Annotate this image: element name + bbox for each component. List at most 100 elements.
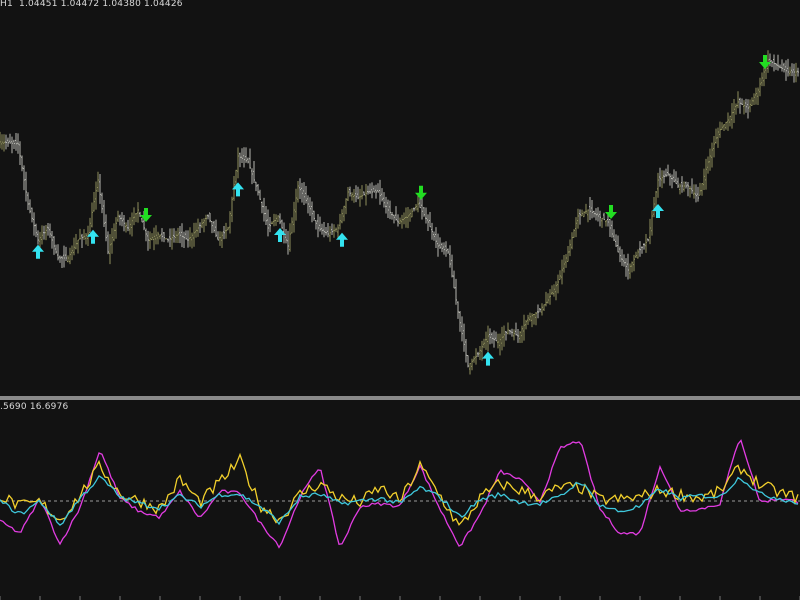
price-bar xyxy=(469,362,471,375)
price-bar xyxy=(795,62,797,83)
price-bar xyxy=(567,245,569,262)
price-bar xyxy=(331,223,333,236)
price-bar xyxy=(617,235,619,253)
price-bar xyxy=(393,214,395,224)
price-bar xyxy=(665,168,667,178)
chart-window[interactable]: { "main_header": "H1 1.04451 1.04472 1.0… xyxy=(0,0,800,600)
price-bar xyxy=(113,223,115,242)
price-bar xyxy=(325,227,327,236)
price-bar xyxy=(177,227,179,244)
price-bar xyxy=(403,212,405,225)
price-bar xyxy=(11,136,13,154)
price-bar xyxy=(451,254,453,278)
price-bar xyxy=(781,59,783,72)
price-bar xyxy=(161,228,163,242)
price-bar xyxy=(569,239,571,257)
price-bar xyxy=(187,230,189,248)
price-bar xyxy=(499,333,501,356)
price-bar xyxy=(447,248,449,254)
price-bar xyxy=(397,214,399,227)
price-bar xyxy=(521,325,523,343)
price-bar xyxy=(255,181,257,192)
price-bar xyxy=(563,255,565,273)
price-bar xyxy=(495,331,497,342)
price-bar xyxy=(585,203,587,215)
price-bar xyxy=(443,242,445,255)
price-bar xyxy=(707,156,709,174)
price-bar xyxy=(79,228,81,240)
price-bar xyxy=(295,188,297,221)
price-bar xyxy=(13,139,15,150)
price-bar xyxy=(791,63,793,77)
price-bar xyxy=(297,181,299,203)
oscillator-chart[interactable] xyxy=(0,400,800,600)
price-bar xyxy=(671,174,673,189)
price-bar xyxy=(573,229,575,238)
price-bar xyxy=(553,284,555,297)
price-bar xyxy=(483,338,485,349)
price-bar xyxy=(83,229,85,241)
price-bar xyxy=(603,212,605,221)
price-bar xyxy=(769,53,771,67)
price-bar xyxy=(317,214,319,238)
price-bar xyxy=(551,285,553,295)
price-bar xyxy=(379,179,381,205)
price-bar xyxy=(649,218,651,245)
price-bar xyxy=(537,304,539,319)
price-bar xyxy=(511,328,513,337)
price-bar xyxy=(405,207,407,228)
price-bar xyxy=(21,155,23,172)
price-bar xyxy=(145,228,147,242)
price-bar xyxy=(105,214,107,242)
oscillator-yellow-line xyxy=(0,452,799,526)
sell-arrow-icon xyxy=(605,205,617,219)
price-bar xyxy=(747,99,749,119)
price-bar xyxy=(371,182,373,199)
price-bar xyxy=(681,176,683,193)
price-bar xyxy=(395,206,397,221)
price-bar xyxy=(237,147,239,179)
price-bar xyxy=(359,188,361,207)
price-bar xyxy=(53,236,55,255)
price-bar xyxy=(663,170,665,184)
main-price-chart[interactable] xyxy=(0,0,800,396)
price-bar xyxy=(341,209,343,224)
price-bar xyxy=(303,182,305,206)
price-bar xyxy=(169,228,171,248)
price-bar xyxy=(33,212,35,236)
price-bar xyxy=(503,325,505,347)
price-bar xyxy=(247,157,249,164)
price-bar xyxy=(131,212,133,237)
price-bar xyxy=(23,165,25,191)
price-bar xyxy=(777,54,779,71)
price-bar xyxy=(285,228,287,244)
price-bar xyxy=(739,97,741,114)
price-bar xyxy=(123,215,125,232)
price-bar xyxy=(91,202,93,228)
price-bar xyxy=(433,231,435,241)
price-bar xyxy=(661,170,663,189)
price-bar xyxy=(489,328,491,345)
price-bar xyxy=(749,99,751,113)
price-bar xyxy=(77,239,79,254)
price-bar xyxy=(627,253,629,280)
price-bar xyxy=(85,232,87,245)
price-bar xyxy=(619,246,621,263)
price-bar xyxy=(699,182,701,196)
price-bar xyxy=(427,214,429,232)
price-bar xyxy=(199,222,201,234)
price-bar xyxy=(345,198,347,215)
price-bar xyxy=(677,177,679,188)
price-bar xyxy=(481,340,483,361)
price-bar xyxy=(637,249,639,259)
price-bars xyxy=(0,50,799,375)
price-bar xyxy=(353,189,355,203)
price-bar xyxy=(253,161,255,183)
price-bar xyxy=(299,178,301,199)
price-bar xyxy=(171,228,173,250)
price-bar xyxy=(399,217,401,225)
price-bar xyxy=(357,186,359,200)
price-bar xyxy=(477,351,479,357)
price-bar xyxy=(135,213,137,223)
price-bar xyxy=(387,199,389,219)
